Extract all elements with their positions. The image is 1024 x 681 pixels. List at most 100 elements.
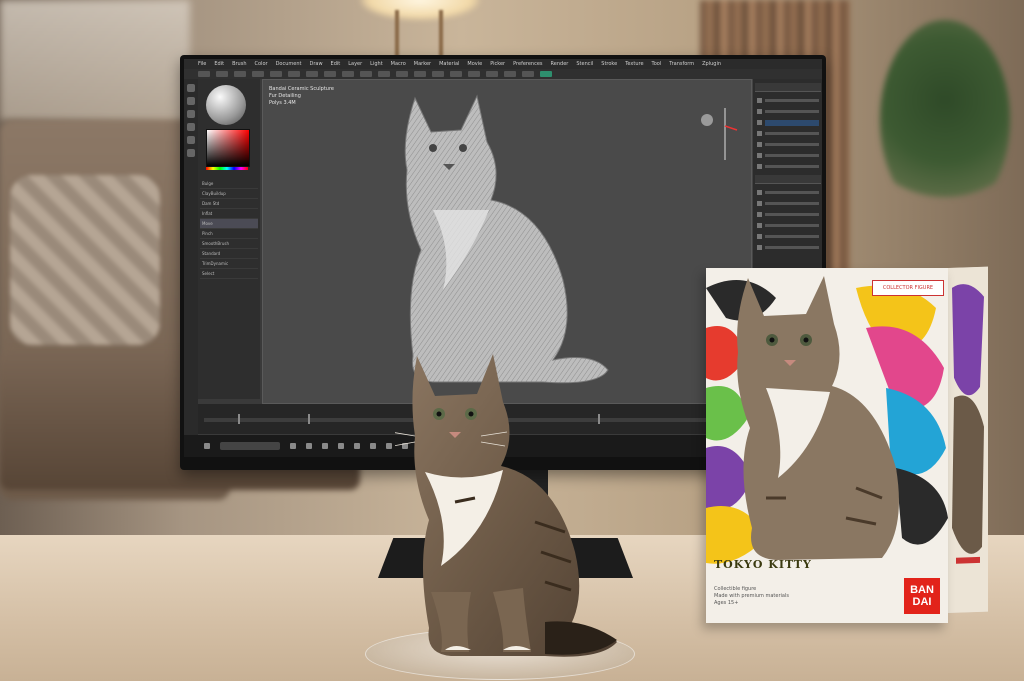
menu-item[interactable]: Transform — [669, 61, 694, 67]
toolbar-button[interactable] — [288, 71, 300, 77]
taskbar-app-icon[interactable] — [290, 443, 296, 449]
menu-item[interactable]: Movie — [467, 61, 482, 67]
menu-item[interactable]: Document — [276, 61, 302, 67]
brush-list-item[interactable]: Select — [200, 269, 258, 279]
toolbar-button[interactable] — [522, 71, 534, 77]
toolbar-button[interactable] — [342, 71, 354, 77]
menu-item[interactable]: Color — [255, 61, 268, 67]
hue-slider[interactable] — [206, 167, 248, 170]
start-icon[interactable] — [204, 443, 210, 449]
toolbar-button[interactable] — [414, 71, 426, 77]
subtool-row[interactable] — [757, 140, 819, 149]
property-row[interactable] — [757, 199, 819, 208]
subtool-row[interactable] — [757, 107, 819, 116]
brush-list-item[interactable]: TrimDynamic — [200, 259, 258, 269]
property-row[interactable] — [757, 221, 819, 230]
smooth-icon[interactable] — [187, 149, 195, 157]
subtool-row[interactable] — [757, 129, 819, 138]
toolbar-button[interactable] — [234, 71, 246, 77]
brush-list-item[interactable]: Dam Std — [200, 199, 258, 209]
taskbar-app-icon[interactable] — [338, 443, 344, 449]
brush-list-item[interactable]: SmoothBrush — [200, 239, 258, 249]
taskbar-app-icon[interactable] — [386, 443, 392, 449]
brush-panel: Bulge ClayBuildup Dam Std Inflat Move Pinch Sm… — [198, 79, 260, 399]
box-title: TOKYO KITTY — [714, 558, 812, 571]
menu-item[interactable]: Brush — [232, 61, 246, 67]
app-toolbar — [184, 69, 822, 79]
toolbar-active-button[interactable] — [540, 71, 552, 77]
toolbar-button[interactable] — [306, 71, 318, 77]
menu-item[interactable]: Zplugin — [702, 61, 721, 67]
toolbar-button[interactable] — [324, 71, 336, 77]
subtool-row[interactable] — [757, 162, 819, 171]
brush-list-item[interactable]: Pinch — [200, 229, 258, 239]
taskbar-app-icon[interactable] — [322, 443, 328, 449]
brand-logo-line: BAN — [910, 584, 934, 596]
toolbar-button[interactable] — [270, 71, 282, 77]
brand-logo: BAN DAI — [904, 578, 940, 614]
menu-item[interactable]: Edit — [331, 61, 341, 67]
box-side-art — [948, 266, 988, 613]
taskbar-app-icon[interactable] — [370, 443, 376, 449]
brush-list-item[interactable]: Move — [200, 219, 258, 229]
property-row[interactable] — [757, 210, 819, 219]
keyframe-marker[interactable] — [308, 414, 310, 424]
toolbar-button[interactable] — [468, 71, 480, 77]
taskbar-app-icon[interactable] — [354, 443, 360, 449]
scale-icon[interactable] — [187, 110, 195, 118]
taskbar-search[interactable] — [220, 442, 280, 450]
menu-item[interactable]: Texture — [625, 61, 643, 67]
toolbar-button[interactable] — [486, 71, 498, 77]
subtool-row[interactable] — [757, 151, 819, 160]
fine-print-line: Ages 15+ — [714, 600, 739, 606]
menu-item[interactable]: Tool — [652, 61, 662, 67]
toolbar-button[interactable] — [378, 71, 390, 77]
menu-item[interactable]: Layer — [348, 61, 362, 67]
rotate-icon[interactable] — [187, 123, 195, 131]
menu-item[interactable]: Edit — [214, 61, 224, 67]
material-preview-sphere[interactable] — [206, 85, 246, 125]
subtool-row-selected[interactable] — [757, 118, 819, 127]
menu-item[interactable]: Material — [439, 61, 459, 67]
toolbar-button[interactable] — [252, 71, 264, 77]
viewport-info-line: Fur Detailing — [269, 93, 301, 99]
mask-icon[interactable] — [187, 136, 195, 144]
brush-list-item[interactable]: ClayBuildup — [200, 189, 258, 199]
axis-gizmo[interactable] — [697, 100, 747, 170]
brush-list-item[interactable]: Inflat — [200, 209, 258, 219]
toolbar-button[interactable] — [216, 71, 228, 77]
toolbar-button[interactable] — [360, 71, 372, 77]
panel-header — [755, 83, 821, 92]
menu-item[interactable]: Stencil — [576, 61, 593, 67]
move-icon[interactable] — [187, 97, 195, 105]
menu-item[interactable]: Render — [551, 61, 569, 67]
taskbar-app-icon[interactable] — [306, 443, 312, 449]
box-top-label: COLLECTOR FIGURE — [872, 280, 944, 296]
toolbar-button[interactable] — [450, 71, 462, 77]
brush-list-item[interactable]: Standard — [200, 249, 258, 259]
menu-item[interactable]: Preferences — [513, 61, 542, 67]
menu-item[interactable]: Marker — [414, 61, 431, 67]
menu-item[interactable]: Draw — [309, 61, 322, 67]
brush-icon[interactable] — [187, 84, 195, 92]
brush-list-item[interactable]: Bulge — [200, 179, 258, 189]
throw-pillow — [10, 175, 160, 345]
menu-item[interactable]: Macro — [391, 61, 406, 67]
brand-logo-line: DAI — [912, 596, 932, 608]
subtool-row[interactable] — [757, 96, 819, 105]
color-picker[interactable] — [206, 129, 250, 167]
property-row[interactable] — [757, 232, 819, 241]
property-row[interactable] — [757, 243, 819, 252]
menu-item[interactable]: Stroke — [601, 61, 617, 67]
houseplant — [880, 20, 1010, 220]
toolbar-button[interactable] — [432, 71, 444, 77]
menu-item[interactable]: File — [198, 61, 206, 67]
menu-item[interactable]: Picker — [490, 61, 505, 67]
toolbar-button[interactable] — [198, 71, 210, 77]
keyframe-marker[interactable] — [238, 414, 240, 424]
property-row[interactable] — [757, 188, 819, 197]
viewport-info-line: Bandai Ceramic Sculpture — [269, 86, 334, 92]
toolbar-button[interactable] — [396, 71, 408, 77]
menu-item[interactable]: Light — [370, 61, 382, 67]
toolbar-button[interactable] — [504, 71, 516, 77]
